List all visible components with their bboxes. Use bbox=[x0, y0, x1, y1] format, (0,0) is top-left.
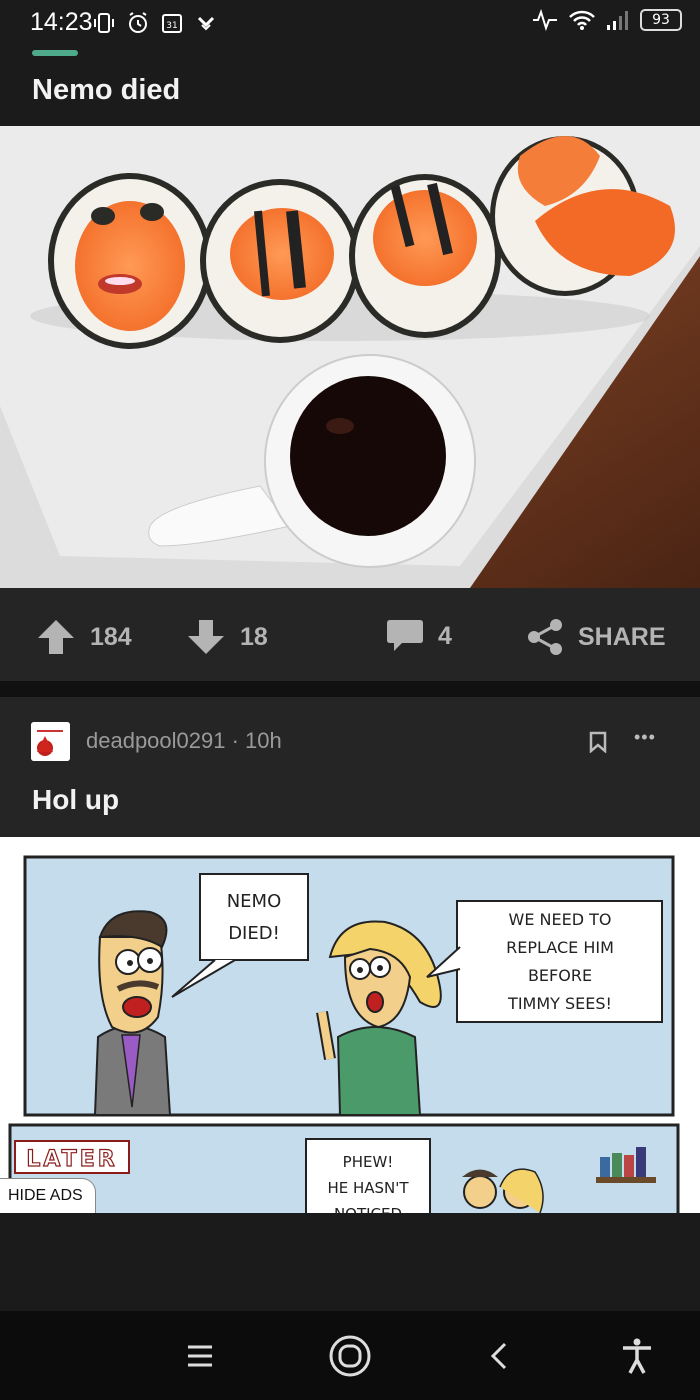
sushi-roll-stripes-2 bbox=[349, 174, 501, 338]
menu-icon bbox=[188, 1345, 212, 1367]
comment-count: 4 bbox=[438, 621, 452, 650]
bookmark-icon bbox=[589, 731, 607, 754]
share-label: SHARE bbox=[578, 622, 666, 651]
upvote-button[interactable]: 184 bbox=[36, 618, 132, 656]
status-time: 14:23 bbox=[30, 8, 93, 36]
comic-bubble-text: BEFORE bbox=[528, 966, 592, 985]
back-icon bbox=[490, 1342, 507, 1370]
post-card: deadpool0291 · 10h ••• Hol up bbox=[0, 697, 700, 837]
comic-bubble-text: DIED! bbox=[228, 923, 280, 944]
bookmark-button[interactable] bbox=[588, 731, 608, 758]
signal-icon bbox=[607, 11, 628, 30]
sushi-roll-face bbox=[48, 173, 212, 349]
comic-bubble-text: TIMMY SEES! bbox=[507, 994, 612, 1013]
share-icon bbox=[528, 619, 562, 655]
calendar-day: 31 bbox=[166, 21, 177, 31]
recents-button[interactable] bbox=[175, 1333, 225, 1379]
comic-bubble-text: PHEW! bbox=[343, 1153, 394, 1171]
post-image[interactable]: NEMO DIED! WE NEED TO REPLACE HIM BEFORE… bbox=[0, 837, 700, 1213]
app-icon bbox=[197, 16, 215, 31]
back-button[interactable] bbox=[474, 1333, 524, 1379]
arrow-down-icon bbox=[188, 620, 224, 654]
hide-ads-button[interactable]: HIDE ADS bbox=[0, 1178, 96, 1214]
comment-icon bbox=[387, 620, 423, 651]
comic-caption: LATER bbox=[26, 1147, 117, 1172]
arrow-up-icon bbox=[38, 620, 74, 654]
comic-bubble-text: HE HASN'T bbox=[327, 1179, 409, 1197]
post-image[interactable] bbox=[0, 126, 700, 588]
activity-icon bbox=[533, 9, 557, 31]
comic-bubble-text: NEMO bbox=[227, 891, 282, 912]
comic-bubble-text: WE NEED TO bbox=[509, 910, 612, 929]
battery-level: 93 bbox=[652, 12, 670, 28]
active-tab-indicator bbox=[32, 50, 78, 56]
post-age: 10h bbox=[245, 728, 282, 753]
meta-separator: · bbox=[225, 728, 246, 753]
accessibility-icon bbox=[623, 1338, 651, 1374]
vibrate-icon bbox=[94, 13, 114, 33]
avatar[interactable] bbox=[31, 722, 70, 761]
post-action-bar: 184 18 4 SHARE bbox=[0, 588, 700, 681]
post-title[interactable]: Hol up bbox=[32, 784, 119, 816]
home-button[interactable] bbox=[325, 1333, 375, 1379]
more-options-button[interactable]: ••• bbox=[634, 727, 656, 748]
alarm-icon bbox=[129, 12, 147, 33]
home-icon bbox=[329, 1335, 371, 1377]
status-icons-left: 31 bbox=[92, 11, 218, 35]
post-title[interactable]: Nemo died bbox=[32, 74, 180, 107]
system-nav-bar bbox=[0, 1311, 700, 1400]
downvote-button[interactable]: 18 bbox=[186, 618, 268, 656]
post-separator bbox=[0, 681, 700, 697]
downvote-count: 18 bbox=[240, 622, 268, 651]
comic-bubble-text: NOTICED bbox=[334, 1205, 402, 1213]
status-bar: 14:23 31 93 bbox=[0, 0, 700, 44]
upvote-count: 184 bbox=[90, 622, 132, 651]
ad-area bbox=[0, 1213, 700, 1311]
battery-icon: 93 bbox=[640, 9, 682, 31]
more-icon: ••• bbox=[634, 727, 656, 747]
accessibility-button[interactable] bbox=[612, 1333, 662, 1379]
status-icons-right: 93 bbox=[532, 9, 682, 31]
wifi-icon bbox=[569, 10, 595, 30]
comments-button[interactable]: 4 bbox=[386, 618, 452, 654]
username[interactable]: deadpool0291 bbox=[86, 728, 225, 753]
calendar-icon: 31 bbox=[162, 14, 182, 33]
comic-man bbox=[93, 910, 172, 1116]
comic-bubble-text: REPLACE HIM bbox=[506, 938, 614, 957]
share-button[interactable]: SHARE bbox=[526, 618, 666, 656]
post-meta: deadpool0291 · 10h bbox=[86, 728, 282, 754]
sushi-roll-stripes bbox=[200, 179, 360, 343]
